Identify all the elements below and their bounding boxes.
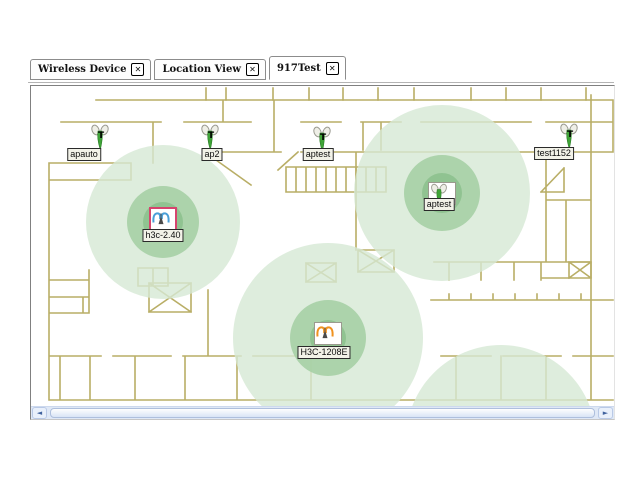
device-label-test1152[interactable]: test1152 [534,147,574,160]
coverage-outer-corner [406,345,596,406]
location-view-panel: T apauto T ap2 T aptest [30,85,615,420]
tab-strip-divider [28,82,614,83]
map-canvas[interactable]: T apauto T ap2 T aptest [31,86,614,406]
horizontal-scrollbar[interactable]: ◄ ► [31,406,614,419]
tab-label: Location View [162,64,240,75]
tab-label: Wireless Device [38,64,126,75]
scrollbar-thumb[interactable] [50,408,595,418]
scroll-left-arrow-icon[interactable]: ◄ [32,407,47,419]
device-label-aptest-main[interactable]: aptest [424,198,455,211]
device-label-aptest-top[interactable]: aptest [303,148,334,161]
tab-917test[interactable]: 917Test ✕ [269,56,346,80]
tab-label: 917Test [277,63,321,74]
tab-wireless-device[interactable]: Wireless Device ✕ [30,59,151,80]
device-label-h3c-2-40[interactable]: h3c-2.40 [142,229,183,242]
device-label-ap2[interactable]: ap2 [201,148,222,161]
device-h3c-1208e[interactable] [314,322,342,345]
radio-waves-icon [151,209,171,226]
device-label-apauto[interactable]: apauto [67,148,101,161]
top-room-dividers [206,88,586,100]
radio-waves-icon [315,323,335,340]
close-icon[interactable]: ✕ [326,62,339,75]
device-type-marker: T [567,130,573,140]
tab-bar: Wireless Device ✕ Location View ✕ 917Tes… [30,56,349,80]
close-icon[interactable]: ✕ [246,63,259,76]
device-type-marker: T [320,133,326,143]
coverage-areas [86,105,596,406]
close-icon[interactable]: ✕ [131,63,144,76]
device-label-h3c-1208e[interactable]: H3C-1208E [297,346,350,359]
device-type-marker: T [208,131,214,141]
application-window: Wireless Device ✕ Location View ✕ 917Tes… [0,0,640,480]
device-type-marker: T [98,131,104,141]
tab-location-view[interactable]: Location View ✕ [154,59,265,80]
scroll-right-arrow-icon[interactable]: ► [598,407,613,419]
